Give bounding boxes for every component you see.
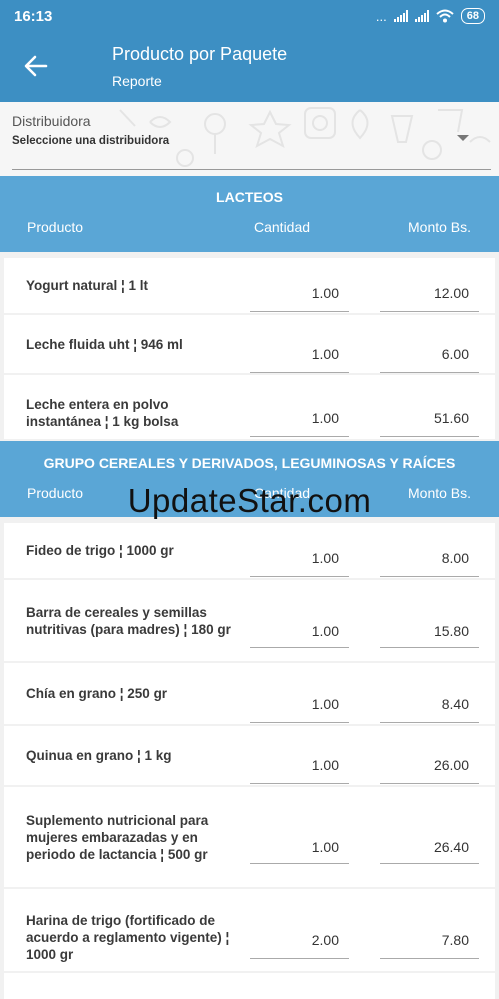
battery-icon: 68: [460, 8, 485, 24]
amount-value: 7.80: [441, 932, 469, 948]
signal-icon-2: [414, 10, 429, 22]
quantity-value: 1.00: [311, 346, 339, 362]
product-name: Suplemento nutricional para mujeres emba…: [26, 812, 209, 862]
product-name: Chía en grano ¦ 250 gr: [26, 686, 168, 701]
signal-icon: [393, 10, 408, 22]
table-row: Suplemento nutricional para mujeres emba…: [4, 787, 495, 887]
product-name: Barra de cereales y semillas nutritivas …: [26, 604, 231, 637]
amount-underline: [380, 863, 479, 864]
amount-underline: [380, 311, 479, 312]
amount-value: 26.00: [433, 757, 469, 773]
amount-underline: [380, 576, 479, 577]
distributor-selected-value: Seleccione una distribuidora: [12, 135, 170, 147]
app-bar: Producto por Paquete Reporte: [0, 32, 499, 102]
quantity-value: 1.00: [311, 550, 339, 566]
table-row: Fideo de trigo ¦ 1000 gr 1.00 8.00: [4, 523, 495, 578]
product-name: Leche fluida uht ¦ 946 ml: [26, 336, 183, 352]
select-underline: [12, 169, 491, 170]
table-row: Leche fluida uht ¦ 946 ml 1.00 6.00: [4, 315, 495, 373]
dropdown-arrow-icon[interactable]: [457, 135, 469, 141]
status-time: 16:13: [14, 7, 53, 25]
column-header-quantity: Cantidad: [254, 219, 311, 235]
table-row: Harina de trigo (fortificado de acuerdo …: [4, 889, 495, 971]
product-name: Fideo de trigo ¦ 1000 gr: [26, 543, 174, 558]
section-header-lacteos: LACTEOS Producto Cantidad Monto Bs.: [0, 176, 499, 252]
page-title: Producto por Paquete: [112, 44, 288, 64]
page-subtitle: Reporte: [112, 73, 162, 89]
watermark: UpdateStar.com: [127, 482, 372, 519]
amount-underline: [380, 958, 479, 959]
amount-value: 8.00: [441, 550, 469, 566]
product-name: Quinua en grano ¦ 1 kg: [26, 748, 172, 763]
table-row: Yogurt natural ¦ 1 lt 1.00 12.00: [4, 258, 495, 313]
amount-value: 8.40: [441, 696, 469, 712]
distributor-select[interactable]: Distribuidora Seleccione una distribuido…: [0, 102, 499, 176]
amount-underline: [380, 647, 479, 648]
quantity-underline: [250, 863, 349, 864]
table-row: [4, 973, 495, 999]
quantity-value: 1.00: [311, 757, 339, 773]
product-name: Yogurt natural ¦ 1 lt: [26, 278, 149, 293]
quantity-value: 1.00: [311, 839, 339, 855]
status-bar: 16:13 ... 68: [0, 0, 499, 32]
table-row: Chía en grano ¦ 250 gr 1.00 8.40: [4, 663, 495, 724]
amount-underline: [380, 436, 479, 437]
section-title: LACTEOS: [216, 189, 283, 205]
table-row: Quinua en grano ¦ 1 kg 1.00 26.00: [4, 726, 495, 785]
product-name: Leche entera en polvo instantánea ¦ 1 kg…: [26, 397, 179, 429]
amount-underline: [380, 722, 479, 723]
quantity-underline: [250, 576, 349, 577]
table-row: Leche entera en polvo instantánea ¦ 1 kg…: [4, 375, 495, 439]
quantity-underline: [250, 372, 349, 373]
quantity-underline: [250, 783, 349, 784]
quantity-underline: [250, 722, 349, 723]
amount-value: 26.40: [433, 839, 469, 855]
quantity-underline: [250, 958, 349, 959]
quantity-value: 1.00: [311, 410, 339, 426]
wifi-icon: [436, 9, 454, 23]
notification-dots: ...: [375, 8, 387, 24]
amount-value: 51.60: [433, 410, 469, 426]
quantity-value: 2.00: [311, 932, 339, 948]
quantity-value: 1.00: [311, 285, 339, 301]
table-row: Barra de cereales y semillas nutritivas …: [4, 580, 495, 661]
column-header-product: Producto: [27, 219, 84, 235]
amount-value: 15.80: [433, 623, 469, 639]
quantity-underline: [250, 647, 349, 648]
amount-underline: [380, 783, 479, 784]
amount-value: 6.00: [441, 346, 469, 362]
section-title: GRUPO CEREALES Y DERIVADOS, LEGUMINOSAS …: [43, 455, 456, 471]
status-icons: ... 68: [376, 8, 485, 24]
quantity-underline: [250, 311, 349, 312]
amount-underline: [380, 372, 479, 373]
product-name: Harina de trigo (fortificado de acuerdo …: [26, 912, 230, 962]
column-header-amount: Monto Bs.: [408, 219, 472, 235]
distributor-label: Distribuidora: [12, 113, 91, 129]
quantity-value: 1.00: [311, 623, 339, 639]
amount-value: 12.00: [433, 285, 469, 301]
back-arrow-icon[interactable]: [22, 52, 50, 80]
quantity-underline: [250, 436, 349, 437]
quantity-value: 1.00: [311, 696, 339, 712]
